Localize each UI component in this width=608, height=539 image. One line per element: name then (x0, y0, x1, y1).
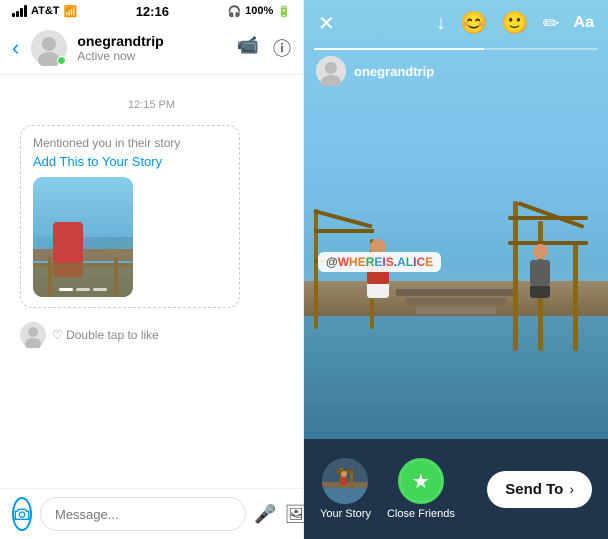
send-to-chevron-icon: › (569, 481, 574, 497)
like-area: ♡ Double tap to like (20, 322, 291, 348)
story-avatar-icon (316, 56, 346, 86)
info-icon[interactable]: ⓘ (273, 35, 291, 61)
header-icons: 📹 ⓘ (237, 35, 291, 61)
right-panel: @WHEREIS.ALICE ✕ ↓ 😊 🙂 ✏ Aa onegrandtrip (304, 0, 608, 539)
status-bar: AT&T 📶 12:16 🎧 100% 🔋 (0, 0, 303, 22)
your-story-avatar-image (322, 458, 368, 504)
back-button[interactable]: ‹ (12, 35, 19, 61)
time-label: 12:16 (136, 4, 169, 19)
status-bar-left: AT&T 📶 (12, 5, 77, 18)
header-info: onegrandtrip Active now (77, 33, 226, 63)
signal-icon (12, 5, 27, 17)
story-progress-bar (314, 48, 598, 50)
your-story-label: Your Story (320, 508, 371, 520)
message-input-row: 🎤 🖼 + (0, 488, 303, 539)
add-story-link[interactable]: Add This to Your Story (33, 154, 227, 169)
chat-status: Active now (77, 49, 226, 63)
message-timestamp: 12:15 PM (12, 99, 291, 111)
close-button[interactable]: ✕ (318, 11, 335, 36)
your-story-option[interactable]: Your Story (320, 458, 371, 520)
message-input[interactable] (40, 497, 246, 531)
your-story-avatar (322, 458, 368, 504)
camera-icon (14, 506, 30, 522)
video-call-icon[interactable]: 📹 (237, 35, 259, 61)
wifi-icon: 📶 (64, 5, 78, 18)
send-to-button[interactable]: Send To › (487, 471, 592, 508)
mention-text: Mentioned you in their story (33, 136, 227, 150)
person-man (527, 244, 553, 299)
story-top-bar: ✕ ↓ 😊 🙂 ✏ Aa (304, 0, 608, 42)
story-top-icons-right: ↓ 😊 🙂 ✏ Aa (436, 10, 594, 36)
close-friends-icon: ★ (400, 460, 442, 502)
camera-button[interactable] (12, 497, 32, 531)
close-friends-option[interactable]: ★ Close Friends (387, 458, 455, 520)
text-button[interactable]: Aa (574, 14, 594, 32)
steps (396, 289, 516, 316)
story-user-row: onegrandtrip (316, 56, 434, 86)
story-progress-fill (314, 48, 484, 50)
like-avatar (20, 322, 46, 348)
carrier-label: AT&T (31, 5, 60, 17)
alice-tag: @WHEREIS.ALICE (318, 252, 441, 272)
like-label: ♡ Double tap to like (52, 328, 159, 342)
story-username: onegrandtrip (354, 64, 434, 79)
battery-icon: 🔋 (277, 5, 291, 18)
close-friends-avatar: ★ (398, 458, 444, 504)
battery-label: 100% (245, 5, 273, 17)
left-panel: AT&T 📶 12:16 🎧 100% 🔋 ‹ onegrandtrip Act… (0, 0, 304, 539)
mic-button[interactable]: 🎤 (254, 504, 276, 525)
story-thumbnail (33, 177, 133, 297)
sticker-button[interactable]: 🙂 (501, 10, 528, 36)
chat-username: onegrandtrip (77, 33, 226, 49)
chat-header: ‹ onegrandtrip Active now 📹 ⓘ (0, 22, 303, 75)
headphone-icon: 🎧 (227, 5, 241, 18)
close-friends-label: Close Friends (387, 508, 455, 520)
story-user-avatar (316, 56, 346, 86)
avatar (31, 30, 67, 66)
download-button[interactable]: ↓ (436, 12, 446, 35)
story-bottom-controls: Your Story ★ Close Friends Send To › (304, 439, 608, 539)
send-to-label: Send To (505, 481, 563, 498)
mention-card: Mentioned you in their story Add This to… (20, 125, 240, 308)
emoji-button[interactable]: 😊 (460, 10, 487, 36)
like-user-icon (20, 322, 46, 348)
pen-button[interactable]: ✏ (543, 11, 560, 36)
messages-area: 12:15 PM Mentioned you in their story Ad… (0, 75, 303, 488)
status-bar-right: 🎧 100% 🔋 (227, 5, 291, 18)
